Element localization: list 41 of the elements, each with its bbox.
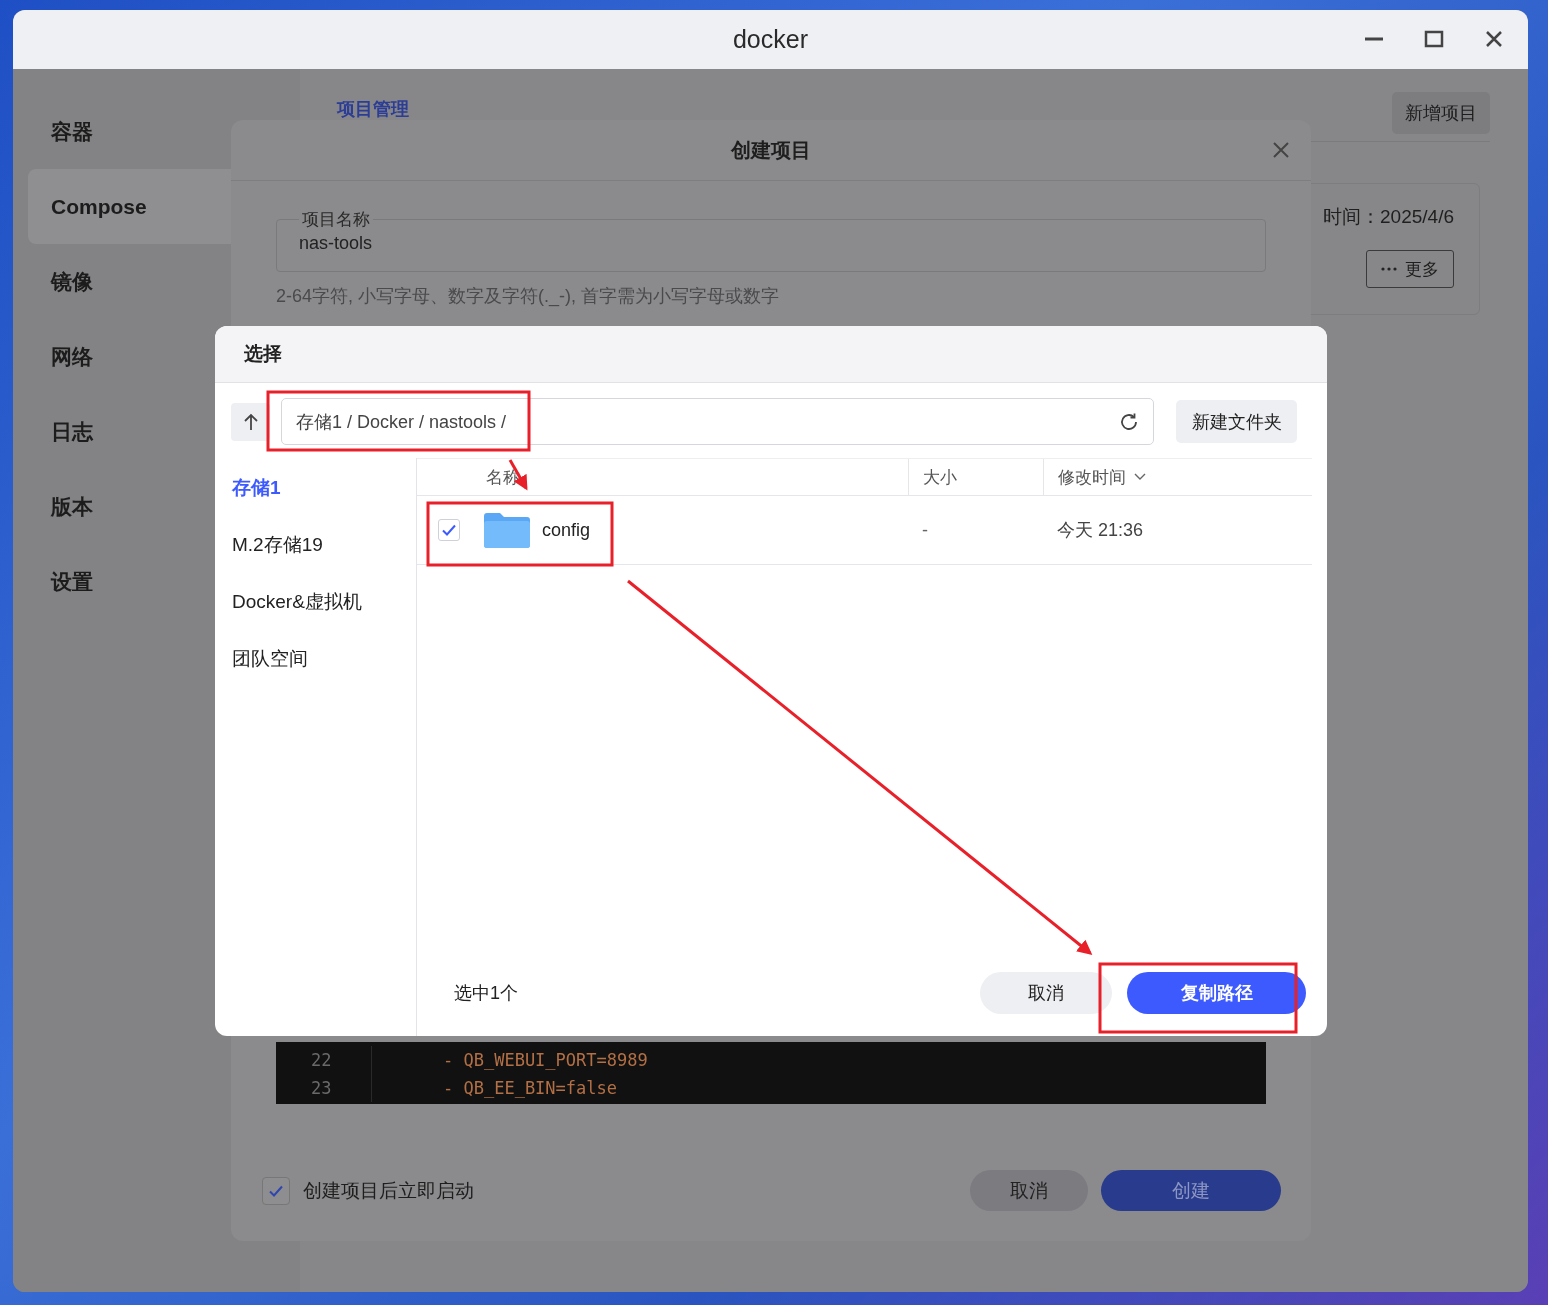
created-time: 时间：2025/4/6 (1323, 205, 1454, 229)
breadcrumb-link[interactable]: 项目管理 (337, 97, 409, 121)
checkmark-icon (441, 522, 457, 538)
dialog-title: 创建项目 (731, 137, 811, 163)
file-name: config (542, 519, 591, 541)
field-label: 项目名称 (301, 209, 371, 231)
storage-item[interactable]: 团队空间 (215, 630, 416, 687)
path-field[interactable]: 存储1 / Docker / nastools / (281, 398, 1154, 445)
more-button[interactable]: 更多 (1366, 250, 1454, 288)
add-project-button[interactable]: 新增项目 (1392, 92, 1490, 134)
window-title: docker (732, 25, 808, 54)
column-header[interactable]: 修改时间 (1043, 459, 1312, 495)
field-value: nas-tools (299, 233, 374, 254)
storage-item[interactable]: M.2存储19 (215, 516, 416, 573)
storage-item[interactable]: Docker&虚拟机 (215, 573, 416, 630)
create-button[interactable]: 创建 (1101, 1170, 1281, 1211)
refresh-icon[interactable] (1119, 411, 1139, 432)
cancel-button[interactable]: 取消 (980, 971, 1112, 1014)
dialog-title: 选择 (215, 326, 1327, 383)
line-number: 23 (276, 1074, 372, 1102)
line-number: 22 (276, 1046, 372, 1074)
code-editor[interactable]: 22 - QB_WEBUI_PORT=8989 23 - QB_EE_BIN=false (276, 1042, 1266, 1104)
file-size: - (922, 519, 928, 541)
auto-start-checkbox[interactable] (262, 1176, 290, 1205)
column-header[interactable]: 大小 (908, 459, 1043, 495)
project-name-field[interactable]: 项目名称 nas-tools (276, 208, 1266, 272)
chevron-down-icon (1134, 473, 1146, 481)
path-text: 存储1 / Docker / nastools / (296, 410, 508, 434)
cancel-button[interactable]: 取消 (970, 1170, 1088, 1211)
folder-icon (484, 512, 530, 548)
code-line: - QB_EE_BIN=false (442, 1078, 617, 1098)
modified-time: 今天 21:36 (1057, 519, 1144, 542)
new-folder-button[interactable]: 新建文件夹 (1176, 400, 1297, 443)
selection-count: 选中1个 (454, 981, 519, 1005)
code-line: - QB_WEBUI_PORT=8989 (442, 1050, 648, 1070)
field-hint: 2-64字符, 小写字母、数字及字符(._-), 首字需为小写字母或数字 (276, 285, 781, 308)
ellipsis-icon (1381, 267, 1397, 271)
checkbox-label: 创建项目后立即启动 (303, 1178, 475, 1203)
storage-item[interactable]: 存储1 (215, 459, 416, 516)
row-checkbox[interactable] (438, 519, 460, 541)
copy-path-button[interactable]: 复制路径 (1127, 971, 1306, 1014)
